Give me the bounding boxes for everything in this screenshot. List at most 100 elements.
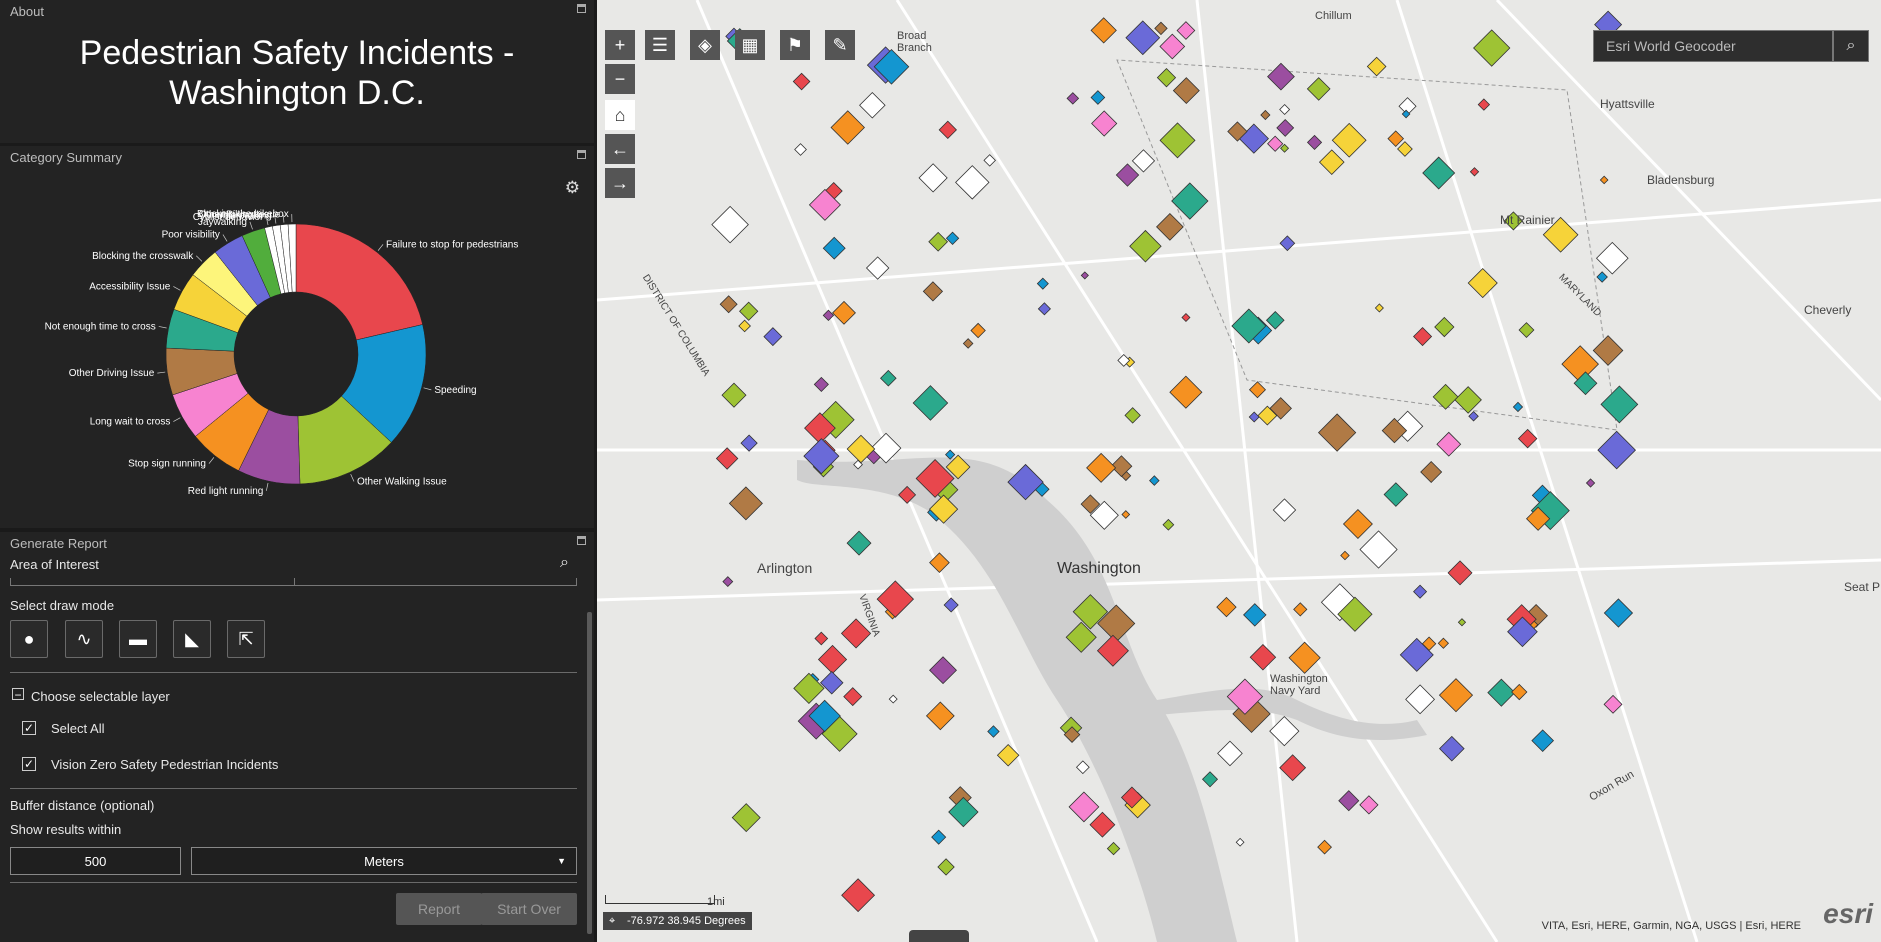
zoom-in-button[interactable]: + [605,30,635,60]
incident-marker[interactable] [1131,149,1156,173]
incident-marker[interactable] [1518,322,1535,338]
incident-marker[interactable] [1272,498,1297,522]
panel-toggle[interactable] [909,930,969,942]
incident-marker[interactable] [1036,277,1049,290]
incident-marker[interactable] [1477,98,1491,111]
search-input[interactable]: Esri World Geocoder [1593,30,1833,62]
incident-marker[interactable] [738,319,751,333]
incident-marker[interactable] [1248,411,1260,423]
incident-marker[interactable] [1512,401,1524,413]
incident-marker[interactable] [721,382,747,408]
maximize-icon[interactable] [577,536,586,545]
draw-rectangle-button[interactable]: ▬ [119,620,157,658]
incident-marker[interactable] [1121,510,1131,519]
incident-marker[interactable] [1438,678,1474,713]
incident-marker[interactable] [1454,386,1482,414]
incident-marker[interactable] [888,694,898,704]
draw-polyline-button[interactable]: ∿ [65,620,103,658]
incident-marker[interactable] [1600,385,1639,424]
incident-marker[interactable] [922,281,944,302]
incident-marker[interactable] [763,327,783,347]
area-of-interest-tabs[interactable] [10,578,577,586]
bookmark-icon[interactable]: ⚑ [780,30,810,60]
incident-marker[interactable] [1279,104,1291,115]
incident-marker[interactable] [1156,68,1177,88]
incident-marker[interactable] [931,829,947,845]
incident-marker[interactable] [1125,20,1161,56]
incident-marker[interactable] [1306,134,1323,150]
incident-marker[interactable] [918,163,948,193]
incident-marker[interactable] [1154,21,1168,36]
incident-marker[interactable] [1279,754,1307,782]
incident-marker[interactable] [822,236,846,260]
choose-layer-expand-icon[interactable]: − [12,688,24,701]
incident-marker[interactable] [928,231,949,252]
incident-marker[interactable] [1267,62,1295,91]
incident-marker[interactable] [1359,795,1379,815]
incident-marker[interactable] [987,725,1000,738]
start-over-button[interactable]: Start Over [481,893,577,925]
zoom-to-area-icon[interactable]: ⌕ [560,554,569,572]
incident-marker[interactable] [1159,122,1196,159]
incident-marker[interactable] [1201,771,1219,788]
incident-marker[interactable] [1080,271,1089,280]
incident-marker[interactable] [1597,430,1637,470]
incident-marker[interactable] [1162,518,1175,531]
incident-marker[interactable] [1249,643,1277,671]
incident-marker[interactable] [814,631,829,646]
incident-marker[interactable] [1467,267,1498,299]
scrollbar[interactable] [587,612,592,934]
incident-marker[interactable] [1469,167,1480,177]
maximize-icon[interactable] [577,4,586,13]
incident-marker[interactable] [1216,596,1237,618]
incident-marker[interactable] [739,301,759,321]
incident-marker[interactable] [1089,811,1116,838]
incident-marker[interactable] [817,644,848,675]
incident-marker[interactable] [1090,90,1106,105]
incident-marker[interactable] [937,858,955,876]
incident-marker[interactable] [983,154,996,167]
zoom-out-button[interactable]: − [605,64,635,94]
layers-icon[interactable]: ◈ [690,30,720,60]
incident-marker[interactable] [1090,17,1117,44]
unit-select[interactable]: Meters ▼ [191,847,577,875]
incident-marker[interactable] [1159,33,1186,60]
incident-marker[interactable] [1293,602,1308,617]
incident-marker[interactable] [1091,110,1118,137]
basemap-gallery-icon[interactable]: ▦ [735,30,765,60]
legend-icon[interactable]: ☰ [645,30,675,60]
incident-marker[interactable] [1176,21,1196,40]
incident-marker[interactable] [945,231,960,245]
incident-marker[interactable] [876,580,915,618]
select-features-button[interactable]: ⇱ [227,620,265,658]
incident-marker[interactable] [865,256,890,280]
incident-marker[interactable] [1115,163,1140,187]
incident-marker[interactable] [846,530,872,556]
incident-marker[interactable] [1276,118,1295,137]
incident-marker[interactable] [1432,383,1459,410]
incident-marker[interactable] [1037,302,1051,316]
incident-marker[interactable] [1279,235,1296,252]
select-all-checkbox[interactable]: ✓ [22,721,36,735]
incident-marker[interactable] [819,671,844,695]
incident-marker[interactable] [1260,109,1271,121]
incident-marker[interactable] [1317,839,1332,855]
incident-marker[interactable] [1405,684,1436,715]
incident-marker[interactable] [731,803,761,833]
incident-marker[interactable] [1317,413,1357,452]
incident-marker[interactable] [719,295,738,314]
incident-marker[interactable] [925,701,955,731]
incident-marker[interactable] [1235,837,1245,847]
incident-marker[interactable] [955,165,990,200]
incident-marker[interactable] [1387,130,1405,147]
incident-marker[interactable] [1171,182,1209,220]
home-icon[interactable]: ⌂ [605,100,635,130]
incident-marker[interactable] [1413,326,1433,347]
incident-marker[interactable] [929,656,957,685]
incident-marker[interactable] [1075,760,1090,775]
incident-marker[interactable] [830,110,866,145]
incident-marker[interactable] [1420,460,1443,484]
incident-marker[interactable] [1596,271,1608,283]
incident-marker[interactable] [1217,740,1243,767]
incident-marker[interactable] [1413,584,1428,599]
